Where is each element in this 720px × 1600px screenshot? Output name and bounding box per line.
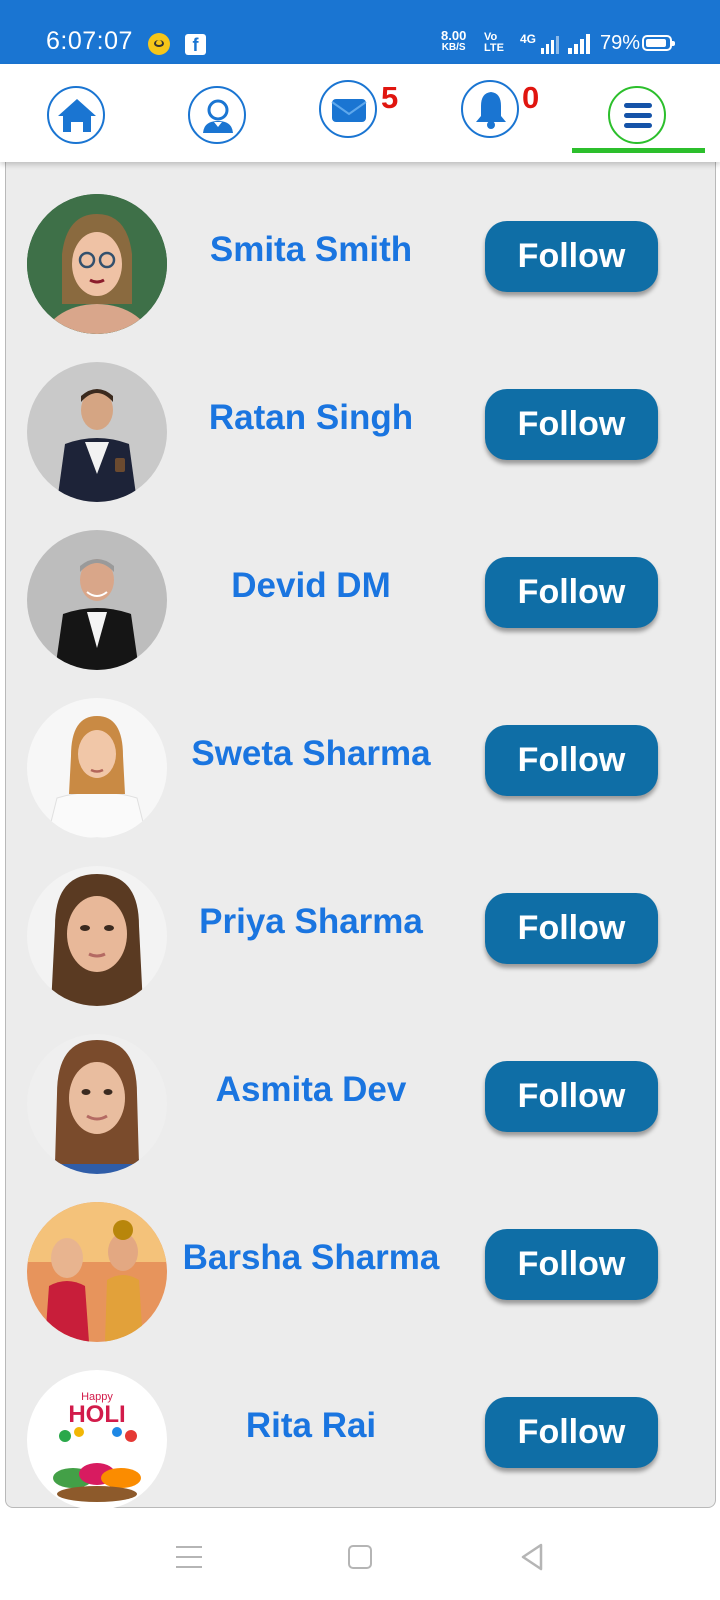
list-item: Asmita Dev Follow bbox=[6, 1014, 717, 1182]
signal-icon-sim1 bbox=[541, 36, 559, 54]
status-time: 6:07:07 bbox=[46, 27, 133, 55]
messages-button[interactable] bbox=[319, 80, 377, 138]
menu-button[interactable] bbox=[608, 86, 666, 144]
follow-button[interactable]: Follow bbox=[485, 725, 658, 796]
avatar[interactable] bbox=[27, 1202, 167, 1342]
user-name[interactable]: Barsha Sharma bbox=[166, 1238, 456, 1278]
user-name[interactable]: Sweta Sharma bbox=[166, 734, 456, 774]
avatar[interactable] bbox=[27, 1034, 167, 1174]
user-name[interactable]: Asmita Dev bbox=[166, 1070, 456, 1110]
notifications-button[interactable] bbox=[461, 80, 519, 138]
bell-icon bbox=[476, 92, 506, 129]
hamburger-menu-icon bbox=[624, 103, 652, 128]
network-speed-value: 8.00 bbox=[441, 28, 467, 43]
avatar[interactable] bbox=[27, 194, 167, 334]
avatar[interactable] bbox=[27, 866, 167, 1006]
list-item: Barsha Sharma Follow bbox=[6, 1182, 717, 1350]
user-name[interactable]: Ratan Singh bbox=[166, 398, 456, 438]
profile-button[interactable] bbox=[188, 86, 246, 144]
list-item: Smita Smith Follow bbox=[6, 174, 717, 342]
avatar[interactable]: Happy HOLI bbox=[27, 1370, 167, 1510]
active-tab-indicator bbox=[572, 148, 705, 153]
top-navigation: 5 0 bbox=[0, 64, 720, 162]
network-speed: 8.00 KB/S bbox=[441, 28, 467, 54]
notification-app-icon bbox=[148, 33, 170, 55]
avatar[interactable] bbox=[27, 362, 167, 502]
facebook-icon: f bbox=[185, 34, 206, 55]
follow-button[interactable]: Follow bbox=[485, 893, 658, 964]
user-name[interactable]: Devid DM bbox=[166, 566, 456, 606]
user-name[interactable]: Rita Rai bbox=[166, 1406, 456, 1446]
list-item: Sweta Sharma Follow bbox=[6, 678, 717, 846]
recent-apps-button[interactable] bbox=[176, 1546, 202, 1568]
home-icon bbox=[58, 99, 96, 132]
follow-button[interactable]: Follow bbox=[485, 1229, 658, 1300]
user-name[interactable]: Smita Smith bbox=[166, 230, 456, 270]
user-name[interactable]: Priya Sharma bbox=[166, 902, 456, 942]
follow-button[interactable]: Follow bbox=[485, 221, 658, 292]
notifications-count-badge: 0 bbox=[522, 80, 540, 115]
status-bar: 6:07:07 f 8.00 KB/S Vo LTE 4G 79% bbox=[0, 0, 720, 64]
holi-text: HOLI bbox=[68, 1401, 125, 1428]
volte-indicator: Vo LTE bbox=[484, 31, 504, 54]
battery-icon bbox=[642, 35, 675, 51]
home-button[interactable] bbox=[47, 86, 105, 144]
network-type: 4G bbox=[520, 32, 537, 46]
messages-count-badge: 5 bbox=[381, 80, 399, 115]
list-item: Priya Sharma Follow bbox=[6, 846, 717, 1014]
user-icon bbox=[203, 99, 233, 133]
battery-percent: 79% bbox=[600, 32, 641, 54]
mail-icon bbox=[331, 99, 367, 122]
system-home-button[interactable] bbox=[348, 1545, 372, 1569]
list-item: Happy HOLI Rita Rai Follow bbox=[6, 1350, 717, 1518]
signal-icon-sim2 bbox=[568, 34, 590, 54]
follow-button[interactable]: Follow bbox=[485, 557, 658, 628]
follow-button[interactable]: Follow bbox=[485, 389, 658, 460]
avatar[interactable] bbox=[27, 698, 167, 838]
list-item: Devid DM Follow bbox=[6, 510, 717, 678]
list-item: Ratan Singh Follow bbox=[6, 342, 717, 510]
follow-button[interactable]: Follow bbox=[485, 1061, 658, 1132]
back-button[interactable] bbox=[519, 1543, 545, 1571]
avatar[interactable] bbox=[27, 530, 167, 670]
user-list: Smita Smith Follow Ratan Singh Follow De… bbox=[5, 160, 717, 1510]
follow-button[interactable]: Follow bbox=[485, 1397, 658, 1468]
network-speed-unit: KB/S bbox=[441, 42, 466, 53]
